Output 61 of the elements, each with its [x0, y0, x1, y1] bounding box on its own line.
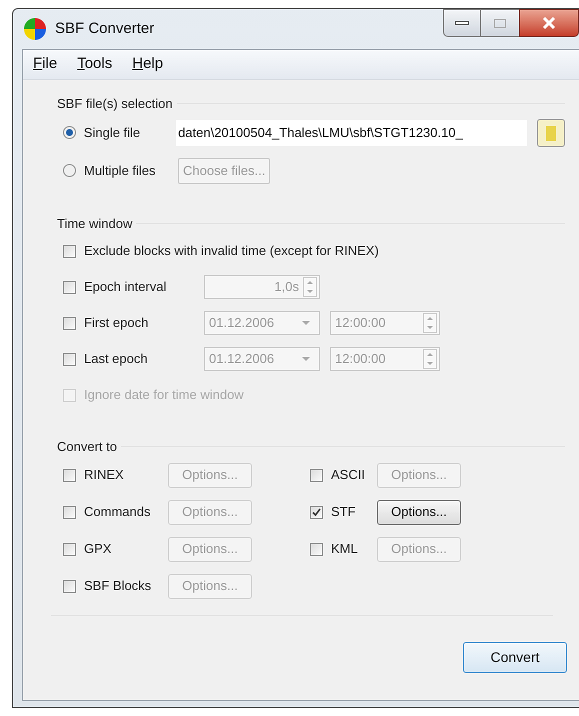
time-spinbox[interactable]: 12:00:00 [330, 311, 440, 335]
close-button[interactable] [519, 9, 579, 37]
format-label: STF [331, 503, 357, 522]
choose-files-button[interactable]: Choose files... [178, 158, 270, 184]
format-label: GPX [84, 540, 112, 558]
checkbox-label: Last epoch [84, 350, 149, 368]
close-icon [542, 17, 556, 29]
time-spinbox[interactable]: 12:00:00 [330, 347, 440, 371]
format-label: SBF Blocks [84, 577, 152, 596]
path-field[interactable]: daten\20100504_Thales\LMU\sbf\STGT1230.10_ [176, 120, 528, 146]
checkbox-label: First epoch [84, 314, 150, 332]
checkbox[interactable] [63, 280, 76, 294]
radio-button[interactable] [63, 126, 76, 139]
radio-label: Multiple files [84, 162, 157, 180]
checkbox[interactable] [63, 506, 76, 518]
options-button[interactable]: Options... [377, 500, 461, 524]
checkbox[interactable] [310, 506, 323, 518]
folder-icon [545, 124, 558, 142]
maximize-button[interactable] [481, 9, 519, 37]
checkbox[interactable] [63, 580, 76, 592]
group-title: Time window [57, 214, 132, 232]
folder-button[interactable] [537, 118, 565, 146]
dropdown-arrow-icon [301, 356, 311, 362]
format-label: Commands [84, 503, 152, 522]
checkbox[interactable] [63, 352, 76, 366]
checkbox[interactable] [310, 468, 323, 482]
date-dropdown[interactable]: 01.12.2006 [204, 311, 320, 335]
spin-arrows-icon [423, 349, 437, 369]
menu-item[interactable]: Tools [77, 53, 112, 76]
format-label: ASCII [331, 466, 366, 484]
spin-arrows-icon [423, 313, 437, 333]
radio-button[interactable] [63, 164, 76, 177]
app-logo-icon [23, 17, 47, 41]
group-title: Convert to [57, 438, 117, 456]
window-title: SBF Converter [55, 18, 154, 39]
checkbox[interactable] [63, 542, 76, 556]
options-button[interactable]: Options... [377, 536, 461, 562]
convert-button[interactable]: Convert [463, 642, 567, 674]
checkbox[interactable] [310, 542, 323, 556]
checkbox[interactable] [63, 468, 76, 482]
radio-label: Single file [84, 124, 142, 142]
spin-arrows-icon [303, 277, 317, 297]
options-button[interactable]: Options... [168, 500, 252, 524]
checkbox[interactable] [63, 244, 76, 258]
checkbox-label: Exclude blocks with invalid time (except for RINEX) [84, 242, 379, 260]
minimize-button[interactable] [443, 9, 481, 37]
options-button[interactable]: Options... [377, 462, 461, 488]
date-dropdown[interactable]: 01.12.2006 [204, 347, 320, 371]
interval-spinbox[interactable]: 1,0s [204, 275, 320, 299]
options-button[interactable]: Options... [168, 536, 252, 562]
format-label: KML [331, 540, 359, 558]
menu-item[interactable]: Help [132, 53, 164, 76]
group-title: SBF file(s) selection [57, 95, 173, 113]
checkbox[interactable] [63, 316, 76, 330]
checkbox-label: Epoch interval [84, 278, 168, 296]
format-label: RINEX [84, 466, 125, 484]
checkbox-label: Ignore date for time window [84, 386, 244, 404]
options-button[interactable]: Options... [168, 462, 252, 488]
menu-item[interactable]: File [33, 53, 58, 76]
dropdown-arrow-icon [301, 320, 311, 326]
options-button[interactable]: Options... [168, 574, 252, 598]
